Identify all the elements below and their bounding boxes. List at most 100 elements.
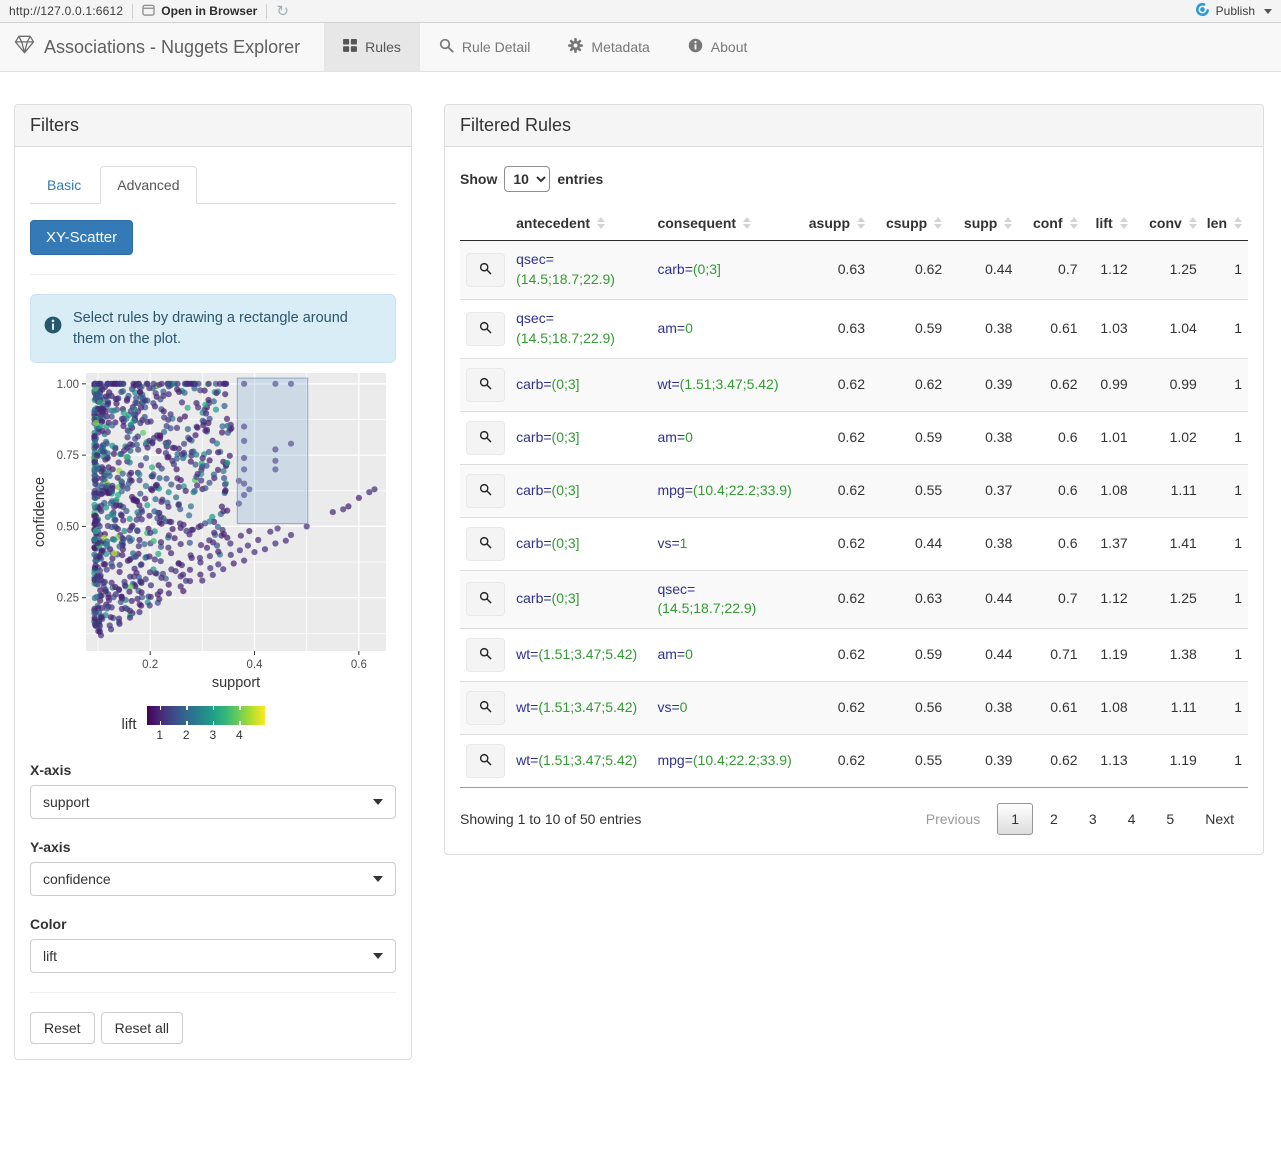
page-button-5[interactable]: 5 [1152,803,1188,835]
consequent-attr: wt= [657,375,680,392]
viewer-toolbar: http://127.0.0.1:6612 Open in Browser ↻ … [0,0,1281,23]
csupp-cell: 0.55 [914,481,943,498]
conv-cell: 0.99 [1169,375,1197,392]
chevron-down-icon [373,876,383,883]
inspect-rule-button[interactable] [466,744,505,779]
filters-tab-basic[interactable]: Basic [30,166,98,204]
sort-icon [1188,217,1197,229]
inspect-rule-button[interactable] [466,638,505,673]
column-header-len[interactable]: len [1202,206,1248,241]
conv-cell: 1.25 [1169,260,1197,277]
column-header-asupp[interactable]: asupp [797,206,871,241]
scatter-plot[interactable]: 0.2 0.4 0.6 0.25 0.50 0.75 1.00 support confiden… [30,367,396,742]
table-row: carb=(0;3] wt=(1.51;3.47;5.42) 0.62 0.62… [460,358,1248,411]
page-button-1[interactable]: 1 [997,803,1034,836]
sort-icon [597,217,606,229]
y-axis-select[interactable]: confidence [30,862,396,897]
column-header-conv[interactable]: conv [1133,206,1203,241]
filters-panel: Filters Basic Advanced XY-Scatter Select… [14,104,412,1061]
brush-selection [236,377,309,525]
tab-about[interactable]: About [669,23,767,71]
tab-metadata[interactable]: Metadata [549,23,668,71]
table-row: wt=(1.51;3.47;5.42) am=0 0.62 0.59 0.44 … [460,628,1248,682]
asupp-cell: 0.63 [837,319,865,336]
antecedent-value: (14.5;18.7;22.9) [516,270,615,287]
svg-text:support: support [212,675,260,691]
lift-cell: 1.12 [1100,260,1128,277]
app-brand: Associations - Nuggets Explorer [0,23,324,71]
reset-all-button[interactable]: Reset all [100,1012,184,1045]
x-axis-control: X-axis support [30,762,396,820]
conf-cell: 0.61 [1050,699,1078,716]
tab-rule-detail[interactable]: Rule Detail [420,23,549,71]
antecedent-cell: carb=(0;3] [510,517,651,570]
asupp-cell: 0.62 [837,428,865,445]
inspect-rule-button[interactable] [466,420,505,455]
next-page-button[interactable]: Next [1191,803,1248,835]
svg-text:0.75: 0.75 [57,450,79,462]
consequent-value: (0;3] [692,260,721,277]
asupp-cell: 0.63 [837,260,865,277]
reset-button[interactable]: Reset [30,1012,95,1045]
consequent-value: 0 [685,646,693,663]
inspect-rule-button[interactable] [466,691,505,726]
antecedent-cell: wt=(1.51;3.47;5.42) [510,735,651,788]
filtered-rules-panel: Filtered Rules Show 10 entries anteceden… [444,104,1264,856]
table-row: carb=(0;3] am=0 0.62 0.59 0.38 0.6 1.01 … [460,411,1248,464]
asupp-cell: 0.62 [837,699,865,716]
table-header-row: antecedent consequent asupp csupp supp c… [460,206,1248,241]
color-select[interactable]: lift [30,939,396,974]
legend-tick-label: 3 [209,728,217,743]
csupp-cell: 0.56 [914,699,943,716]
csupp-cell: 0.63 [914,590,943,607]
consequent-attr: am= [657,319,686,336]
inspect-rule-button[interactable] [466,526,505,561]
color-label: Color [30,916,67,933]
inspect-rule-button[interactable] [466,311,505,346]
conv-cell: 1.02 [1169,428,1197,445]
publish-button[interactable]: Publish [1195,2,1272,20]
search-icon [479,591,492,607]
page-length-select[interactable]: 10 [504,166,551,192]
refresh-icon[interactable]: ↻ [276,4,289,19]
supp-cell: 0.44 [985,260,1013,277]
open-in-browser-button[interactable]: Open in Browser [142,4,257,19]
page-button-4[interactable]: 4 [1114,803,1150,835]
conv-cell: 1.25 [1169,590,1197,607]
search-icon [479,700,492,716]
chevron-down-icon [1264,8,1272,14]
consequent-attr: vs= [657,534,680,551]
sort-icon [1119,217,1128,229]
filters-tab-advanced[interactable]: Advanced [100,166,197,204]
tab-rules[interactable]: Rules [324,23,420,71]
svg-text:0.2: 0.2 [142,659,158,671]
antecedent-cell: carb=(0;3] [510,464,651,517]
lift-cell: 1.37 [1100,534,1128,551]
rules-table: antecedent consequent asupp csupp supp c… [460,206,1248,789]
column-header-csupp[interactable]: csupp [871,206,949,241]
table-row: wt=(1.51;3.47;5.42) mpg=(10.4;22.2;33.9)… [460,734,1248,788]
svg-text:confidence: confidence [32,477,48,547]
column-header-lift[interactable]: lift [1083,206,1134,241]
page-button-3[interactable]: 3 [1075,803,1111,835]
column-header-supp[interactable]: supp [948,206,1019,241]
consequent-cell: qsec= (14.5;18.7;22.9) [651,570,797,629]
inspect-rule-button[interactable] [466,582,505,617]
inspect-rule-button[interactable] [466,252,505,287]
len-cell: 1 [1234,752,1242,769]
page-button-2[interactable]: 2 [1036,803,1072,835]
previous-page-button[interactable]: Previous [912,803,994,835]
legend-tick-label: 2 [182,728,190,743]
csupp-cell: 0.55 [914,752,943,769]
column-header-antecedent[interactable]: antecedent [510,206,652,241]
column-header-conf[interactable]: conf [1018,206,1084,241]
antecedent-attr: wt= [516,699,539,716]
inspect-rule-button[interactable] [466,473,505,508]
xy-scatter-button[interactable]: XY-Scatter [30,220,134,255]
column-header-consequent[interactable]: consequent [651,206,798,241]
y-axis-label: Y-axis [30,839,71,856]
sort-icon [934,217,943,229]
x-axis-select[interactable]: support [30,785,396,820]
inspect-rule-button[interactable] [466,367,505,402]
info-alert-text: Select rules by drawing a rectangle arou… [73,310,348,347]
